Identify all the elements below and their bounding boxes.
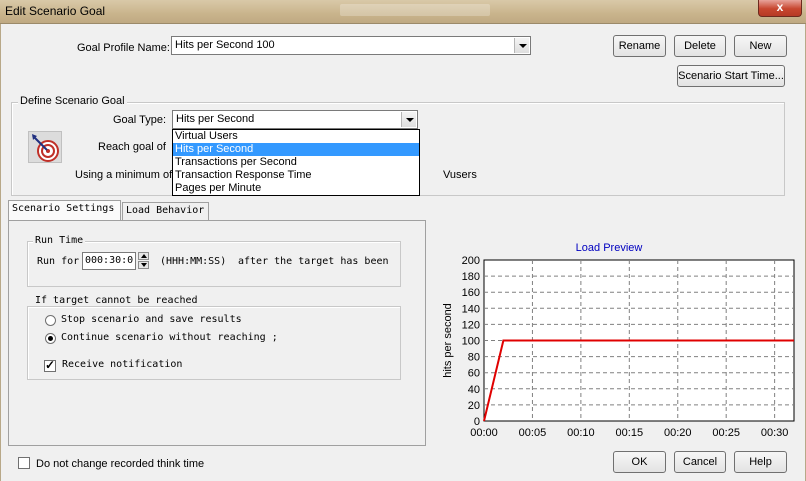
reach-goal-label: Reach goal of (98, 141, 166, 153)
dropdown-option-selected[interactable]: Hits per Second (173, 143, 419, 156)
receive-notification-checkbox[interactable] (44, 358, 56, 372)
y-tick-label: 200 (462, 255, 480, 267)
window-title: Edit Scenario Goal (5, 4, 106, 18)
goal-profile-label: Goal Profile Name: (77, 42, 170, 54)
x-tick-label: 00:00 (470, 427, 498, 438)
background-title-ghost (340, 4, 490, 16)
x-tick-label: 00:25 (712, 427, 740, 438)
think-time-checkbox[interactable] (18, 457, 30, 469)
unreached-title: If target cannot be reached (33, 295, 200, 306)
dialog-body: Goal Profile Name: Hits per Second 100 R… (0, 24, 806, 481)
run-for-label: Run for (37, 256, 80, 267)
dropdown-option[interactable]: Transaction Response Time (173, 169, 419, 182)
load-preview-chart: Load Preview0204060801001201401601802000… (442, 242, 795, 438)
chevron-down-icon[interactable] (514, 38, 529, 53)
run-time-value: 000:30:0 (85, 255, 134, 266)
continue-scenario-label: Continue scenario without reaching ; (61, 332, 278, 343)
help-button[interactable]: Help (734, 451, 787, 473)
vusers-label: Vusers (443, 169, 477, 181)
y-tick-label: 80 (468, 352, 480, 364)
y-tick-label: 60 (468, 368, 480, 380)
y-tick-label: 20 (468, 400, 480, 412)
continue-scenario-radio[interactable] (45, 333, 56, 344)
delete-button[interactable]: Delete (674, 35, 726, 57)
minimum-label: Using a minimum of (75, 169, 173, 181)
think-time-label: Do not change recorded think time (36, 458, 205, 470)
spin-down-icon[interactable] (138, 261, 149, 269)
goal-profile-value: Hits per Second 100 (175, 39, 275, 51)
cancel-button[interactable]: Cancel (674, 451, 726, 473)
y-tick-label: 100 (462, 336, 480, 348)
tab-load-behavior[interactable]: Load Behavior (122, 202, 209, 220)
x-tick-label: 00:05 (519, 427, 547, 438)
receive-notification-label: Receive notification (62, 359, 183, 370)
y-axis-label: hits per second (442, 303, 454, 378)
title-bar: Edit Scenario Goal x (0, 0, 806, 24)
run-time-input[interactable]: 000:30:0 (82, 252, 136, 270)
stop-scenario-radio[interactable] (45, 315, 56, 326)
ok-button[interactable]: OK (613, 451, 666, 473)
goal-type-combo[interactable]: Hits per Second (172, 110, 418, 129)
chart-title: Load Preview (576, 242, 643, 254)
x-tick-label: 00:10 (567, 427, 595, 438)
goal-type-label: Goal Type: (113, 114, 166, 126)
new-button[interactable]: New (734, 35, 787, 57)
goal-type-value: Hits per Second (176, 113, 255, 125)
dropdown-option[interactable]: Virtual Users (173, 130, 419, 143)
define-goal-title: Define Scenario Goal (18, 95, 127, 107)
stop-scenario-label: Stop scenario and save results (61, 314, 242, 325)
run-time-title: Run Time (33, 235, 86, 246)
chevron-down-icon[interactable] (401, 112, 416, 127)
tab-scenario-settings[interactable]: Scenario Settings (8, 200, 121, 220)
x-tick-label: 00:15 (616, 427, 644, 438)
y-tick-label: 140 (462, 303, 480, 315)
scenario-start-time-button[interactable]: Scenario Start Time... (677, 65, 785, 87)
close-button[interactable]: x (758, 0, 802, 17)
after-target-label: after the target has been (238, 256, 389, 267)
y-tick-label: 40 (468, 384, 480, 396)
y-tick-label: 180 (462, 271, 480, 283)
x-tick-label: 00:30 (761, 427, 789, 438)
x-tick-label: 00:20 (664, 427, 692, 438)
spin-up-icon[interactable] (138, 252, 149, 260)
goal-type-dropdown-list[interactable]: Virtual Users Hits per Second Transactio… (172, 129, 420, 196)
dropdown-option[interactable]: Transactions per Second (173, 156, 419, 169)
target-icon (28, 131, 62, 163)
goal-profile-combo[interactable]: Hits per Second 100 (171, 36, 531, 55)
dropdown-option[interactable]: Pages per Minute (173, 182, 419, 195)
time-format-label: (HHH:MM:SS) (160, 256, 227, 267)
y-tick-label: 120 (462, 319, 480, 331)
rename-button[interactable]: Rename (613, 35, 666, 57)
y-tick-label: 160 (462, 287, 480, 299)
